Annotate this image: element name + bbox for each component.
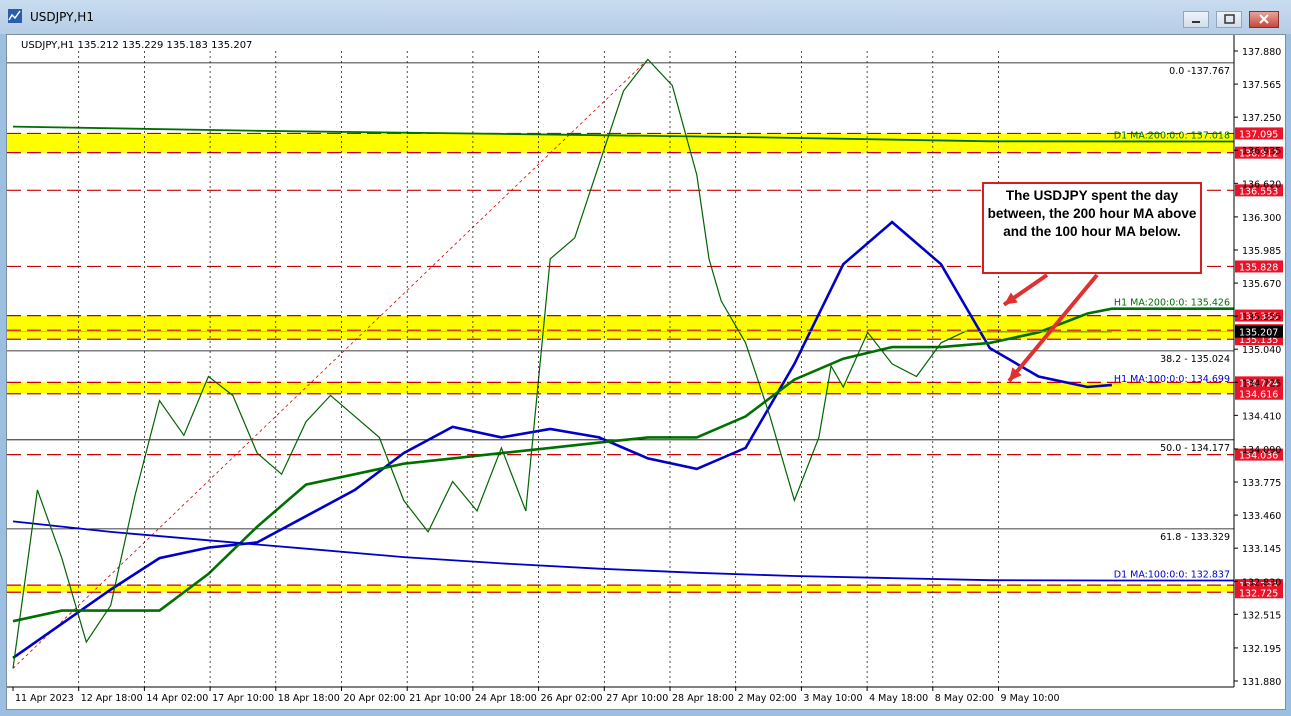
x-tick-label: 12 Apr 18:00 xyxy=(81,693,143,704)
x-tick-label: 21 Apr 10:00 xyxy=(409,693,471,704)
y-tick-label: 131.880 xyxy=(1242,677,1281,688)
x-tick-label: 2 May 02:00 xyxy=(738,693,797,704)
fibonacci-label: 38.2 - 135.024 xyxy=(1160,354,1230,365)
moving-average-label: D1 MA:200:0:0: 137.018 xyxy=(1114,131,1230,142)
x-tick-label: 11 Apr 2023 xyxy=(15,693,74,704)
level-label: 135.828 xyxy=(1239,262,1278,273)
x-tick-label: 9 May 10:00 xyxy=(1001,693,1060,704)
y-tick-label: 136.620 xyxy=(1242,179,1281,190)
x-tick-label: 3 May 10:00 xyxy=(803,693,862,704)
maximize-button[interactable] xyxy=(1216,11,1242,28)
y-tick-label: 135.985 xyxy=(1242,246,1281,257)
x-tick-label: 8 May 02:00 xyxy=(935,693,994,704)
y-tick-label: 136.935 xyxy=(1242,146,1281,157)
fibonacci-label: 61.8 - 133.329 xyxy=(1160,532,1230,543)
support-resistance-zone xyxy=(7,382,1234,394)
x-tick-label: 4 May 18:00 xyxy=(869,693,928,704)
chart-window[interactable]: 0.0 -137.767 38.2 - 135.024 50.0 - 134.177… xyxy=(6,34,1286,710)
ohlc-header: USDJPY,H1 135.212 135.229 135.183 135.20… xyxy=(21,40,252,51)
y-tick-label: 135.670 xyxy=(1242,279,1281,290)
x-tick-label: 28 Apr 18:00 xyxy=(672,693,734,704)
minimize-icon xyxy=(1192,21,1200,23)
maximize-icon xyxy=(1224,14,1235,24)
x-tick-label: 18 Apr 18:00 xyxy=(278,693,340,704)
y-tick-label: 134.410 xyxy=(1242,411,1281,422)
fibonacci-label: 50.0 - 134.177 xyxy=(1160,443,1230,454)
y-tick-label: 134.090 xyxy=(1242,445,1281,456)
level-label: 132.725 xyxy=(1239,588,1278,599)
y-tick-label: 135.355 xyxy=(1242,312,1281,323)
y-tick-label: 134.725 xyxy=(1242,378,1281,389)
x-tick-label: 24 Apr 18:00 xyxy=(475,693,537,704)
price-chart[interactable]: 0.0 -137.767 38.2 - 135.024 50.0 - 134.177… xyxy=(7,35,1285,709)
y-tick-label: 133.460 xyxy=(1242,511,1281,522)
close-button[interactable] xyxy=(1249,11,1279,28)
y-tick-label: 137.880 xyxy=(1242,47,1281,58)
y-tick-label: 137.250 xyxy=(1242,113,1281,124)
annotation-callout: The USDJPY spent the day between, the 20… xyxy=(982,182,1202,274)
y-tick-label: 132.195 xyxy=(1242,644,1281,655)
level-label: 134.616 xyxy=(1239,390,1278,401)
y-tick-label: 137.565 xyxy=(1242,80,1281,91)
level-label: 137.095 xyxy=(1239,129,1278,140)
y-tick-label: 132.830 xyxy=(1242,577,1281,588)
x-tick-label: 26 Apr 02:00 xyxy=(541,693,603,704)
x-tick-label: 27 Apr 10:00 xyxy=(606,693,668,704)
chart-app-icon xyxy=(8,9,22,23)
close-icon xyxy=(1259,14,1269,24)
current-price-label: 135.207 xyxy=(1239,328,1278,339)
y-tick-label: 133.145 xyxy=(1242,544,1281,555)
y-tick-label: 135.040 xyxy=(1242,345,1281,356)
minimize-button[interactable] xyxy=(1183,11,1209,28)
y-tick-label: 136.300 xyxy=(1242,213,1281,224)
x-tick-label: 17 Apr 10:00 xyxy=(212,693,274,704)
y-tick-label: 133.775 xyxy=(1242,478,1281,489)
window-title: USDJPY,H1 xyxy=(30,10,94,24)
fibonacci-label: 0.0 -137.767 xyxy=(1169,66,1230,77)
moving-average-label: H1 MA:100:0:0: 134.699 xyxy=(1114,374,1230,385)
x-tick-label: 14 Apr 02:00 xyxy=(146,693,208,704)
moving-average-label: D1 MA:100:0:0: 132.837 xyxy=(1114,570,1230,581)
window-titlebar: USDJPY,H1 xyxy=(0,0,1291,34)
y-tick-label: 132.515 xyxy=(1242,610,1281,621)
x-tick-label: 20 Apr 02:00 xyxy=(344,693,406,704)
moving-average-label: H1 MA:200:0:0: 135.426 xyxy=(1114,298,1230,309)
moving-average-line xyxy=(12,307,1234,623)
callout-text: The USDJPY spent the day between, the 20… xyxy=(987,188,1197,239)
